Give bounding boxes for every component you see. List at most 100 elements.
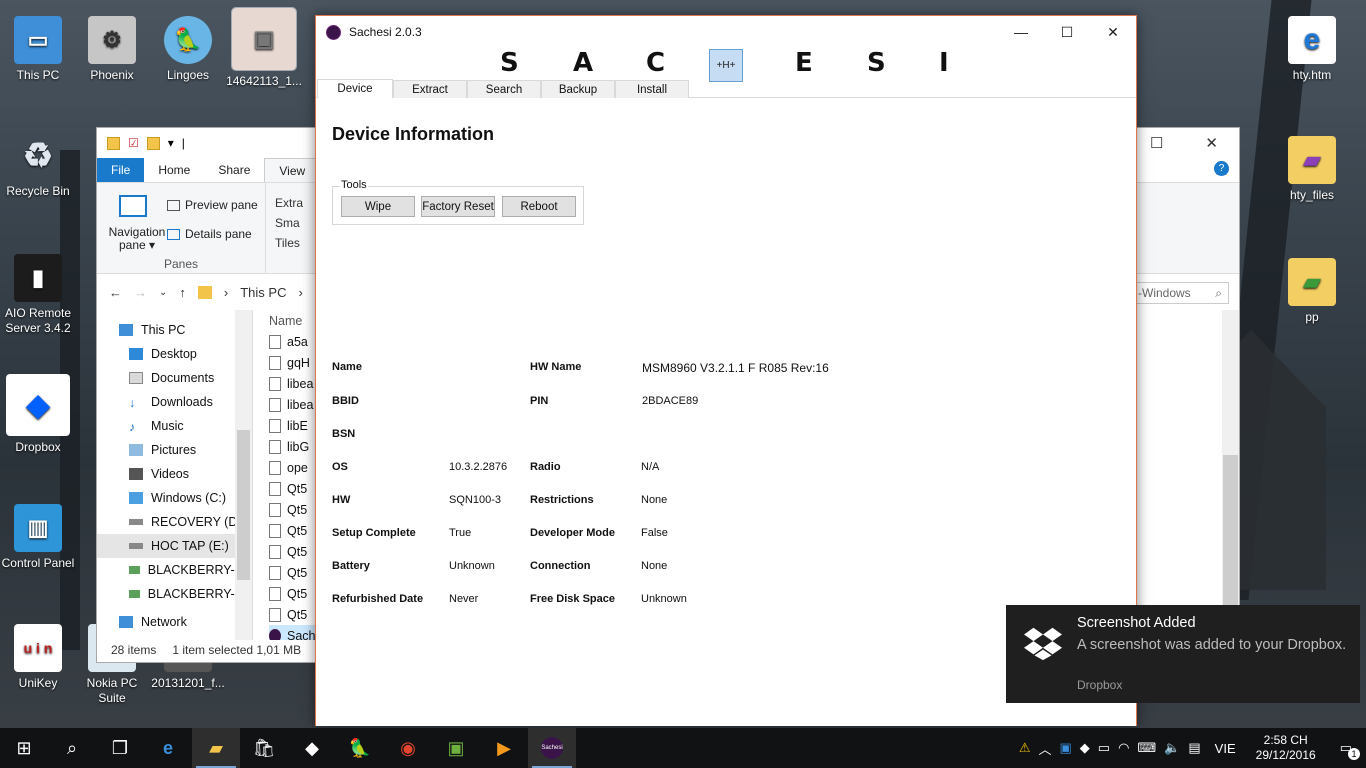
tab-share[interactable]: Share <box>204 158 264 182</box>
nav-item-music[interactable]: ♪ Music <box>97 414 252 438</box>
clock[interactable]: 2:58 CH 29/12/2016 <box>1246 733 1326 763</box>
layout-extra-large[interactable]: Extra <box>275 193 303 213</box>
list-item[interactable]: Qt5 <box>269 499 317 520</box>
desktop-icon-pp[interactable]: ▰ pp <box>1274 258 1350 325</box>
up-arrow-icon[interactable]: ↑ <box>179 285 186 300</box>
tab-search[interactable]: Search <box>467 80 541 98</box>
new-folder-icon[interactable] <box>146 136 160 150</box>
list-item[interactable]: libea <box>269 373 317 394</box>
action-center-icon[interactable]: ▭ 1 <box>1326 740 1366 760</box>
chevron-down-icon[interactable]: ▾ <box>168 136 174 150</box>
nav-item-downloads[interactable]: ↓ Downloads <box>97 390 252 414</box>
nav-item-windows-c[interactable]: Windows (C:) <box>97 486 252 510</box>
maximize-icon[interactable]: ☐ <box>1150 134 1163 152</box>
list-item[interactable]: ope <box>269 457 317 478</box>
list-item[interactable]: Qt5 <box>269 520 317 541</box>
desktop-icon-this-pc[interactable]: ▭ This PC <box>0 16 76 83</box>
desktop-icon-hty-files[interactable]: ▰ hty_files <box>1274 136 1350 203</box>
nav-scrollbar-thumb[interactable] <box>237 430 250 580</box>
power-icon[interactable]: ▭ <box>1094 740 1114 756</box>
ime-icon[interactable]: ⌨ <box>1133 740 1160 756</box>
nav-item-pictures[interactable]: Pictures <box>97 438 252 462</box>
zalo-icon[interactable]: ▣ <box>1055 740 1075 756</box>
task-view-button[interactable]: ❐ <box>96 728 144 768</box>
nav-item-hoc-tap-e[interactable]: HOC TAP (E:) <box>97 534 252 558</box>
scrollbar-thumb[interactable] <box>1223 455 1238 625</box>
nav-item-documents[interactable]: Documents <box>97 366 252 390</box>
taskbar-chrome[interactable]: ◉ <box>384 728 432 768</box>
minimize-button[interactable]: — <box>998 16 1044 48</box>
list-item[interactable]: a5a <box>269 331 317 352</box>
search-button[interactable]: ⌕ <box>48 728 96 768</box>
navigation-pane-icon[interactable] <box>119 195 147 217</box>
taskbar-file-explorer[interactable]: ▰ <box>192 728 240 768</box>
taskbar-evernote[interactable]: ▣ <box>432 728 480 768</box>
list-item[interactable]: libG <box>269 436 317 457</box>
list-item[interactable]: Qt5 <box>269 562 317 583</box>
list-item[interactable]: libea <box>269 394 317 415</box>
desktop-icon-aio-remote[interactable]: ▮ AIO Remote Server 3.4.2 <box>0 254 76 336</box>
tab-device[interactable]: Device <box>317 79 393 98</box>
layout-small[interactable]: Sma <box>275 213 303 233</box>
desktop-icon-recycle-bin[interactable]: ♻ Recycle Bin <box>0 132 76 199</box>
notification-toast[interactable]: Screenshot Added A screenshot was added … <box>1006 605 1360 703</box>
list-item[interactable]: gqH <box>269 352 317 373</box>
hplus-button[interactable]: +H+ <box>709 49 743 82</box>
tab-extract[interactable]: Extract <box>393 80 467 98</box>
desktop-icon-dropbox[interactable]: ◆ Dropbox <box>0 374 76 455</box>
properties-icon[interactable]: ☑ <box>128 136 139 150</box>
desktop-icon-photo[interactable]: ▣ 14642113_1... <box>226 7 302 89</box>
desktop-icon-phoenix[interactable]: ⚙ Phoenix <box>74 16 150 83</box>
maximize-button[interactable]: ☐ <box>1044 16 1090 48</box>
reboot-button[interactable]: Reboot <box>502 196 576 217</box>
nav-item-this-pc[interactable]: This PC <box>97 318 252 342</box>
nav-item-network[interactable]: Network <box>97 610 252 634</box>
language-indicator[interactable]: VIE <box>1205 741 1246 756</box>
column-header-name[interactable]: Name <box>269 310 317 331</box>
file-list-scrollbar[interactable] <box>1222 310 1239 640</box>
taskbar-dropbox[interactable]: ◆ <box>288 728 336 768</box>
nav-item-blackberry-2[interactable]: BLACKBERRY-CE <box>97 582 252 606</box>
warning-icon[interactable]: ⚠ <box>1015 740 1035 756</box>
list-item[interactable]: Qt5 <box>269 604 317 625</box>
list-item[interactable]: Qt5 <box>269 583 317 604</box>
taskbar-sachesi[interactable]: Sachesi <box>528 728 576 768</box>
close-icon[interactable]: ✕ <box>1205 134 1218 152</box>
list-item[interactable]: Qt5 <box>269 478 317 499</box>
chevron-up-icon[interactable]: ︿ <box>1034 739 1055 758</box>
nav-item-videos[interactable]: Videos <box>97 462 252 486</box>
nav-item-blackberry-1[interactable]: BLACKBERRY-CE <box>97 558 252 582</box>
chevron-down-icon[interactable]: ⌄ <box>159 287 167 298</box>
close-button[interactable]: ✕ <box>1090 16 1136 48</box>
volume-icon[interactable]: 🔈 <box>1160 740 1184 756</box>
tab-view[interactable]: View <box>264 158 321 182</box>
taskbar-store[interactable]: 🛍 <box>240 728 288 768</box>
nav-item-recovery-d[interactable]: RECOVERY (D:) <box>97 510 252 534</box>
desktop-icon-lingoes[interactable]: 🦜 Lingoes <box>150 16 226 83</box>
wipe-button[interactable]: Wipe <box>341 196 415 217</box>
desktop-icon-control-panel[interactable]: ▥ Control Panel <box>0 504 76 571</box>
nav-scrollbar[interactable] <box>235 310 252 640</box>
taskbar-lingoes[interactable]: 🦜 <box>336 728 384 768</box>
tab-file[interactable]: File <box>97 158 145 182</box>
dropbox-tray-icon[interactable]: ◆ <box>1076 740 1094 756</box>
navigation-pane-button[interactable]: Navigation pane ▾ <box>103 226 171 252</box>
list-item[interactable]: Qt5 <box>269 541 317 562</box>
taskbar-media-player[interactable]: ▶ <box>480 728 528 768</box>
preview-pane-button[interactable]: Preview pane <box>167 198 258 212</box>
desktop-icon-unikey[interactable]: u i n UniKey <box>0 624 76 691</box>
search-input[interactable]: -Windows ⌕ <box>1129 282 1229 304</box>
list-item[interactable]: libE <box>269 415 317 436</box>
tab-home[interactable]: Home <box>144 158 204 182</box>
layout-tiles[interactable]: Tiles <box>275 233 303 253</box>
forward-arrow-icon[interactable]: → <box>134 285 147 300</box>
tab-install[interactable]: Install <box>615 80 689 98</box>
breadcrumb-this-pc[interactable]: This PC <box>240 285 286 300</box>
keyboard-icon[interactable]: ▤ <box>1184 740 1204 756</box>
factory-reset-button[interactable]: Factory Reset <box>421 196 495 217</box>
desktop-icon-hty-htm[interactable]: e hty.htm <box>1274 16 1350 83</box>
help-icon[interactable]: ? <box>1214 161 1229 176</box>
tab-backup[interactable]: Backup <box>541 80 615 98</box>
back-arrow-icon[interactable]: ← <box>109 285 122 300</box>
taskbar-edge[interactable]: e <box>144 728 192 768</box>
